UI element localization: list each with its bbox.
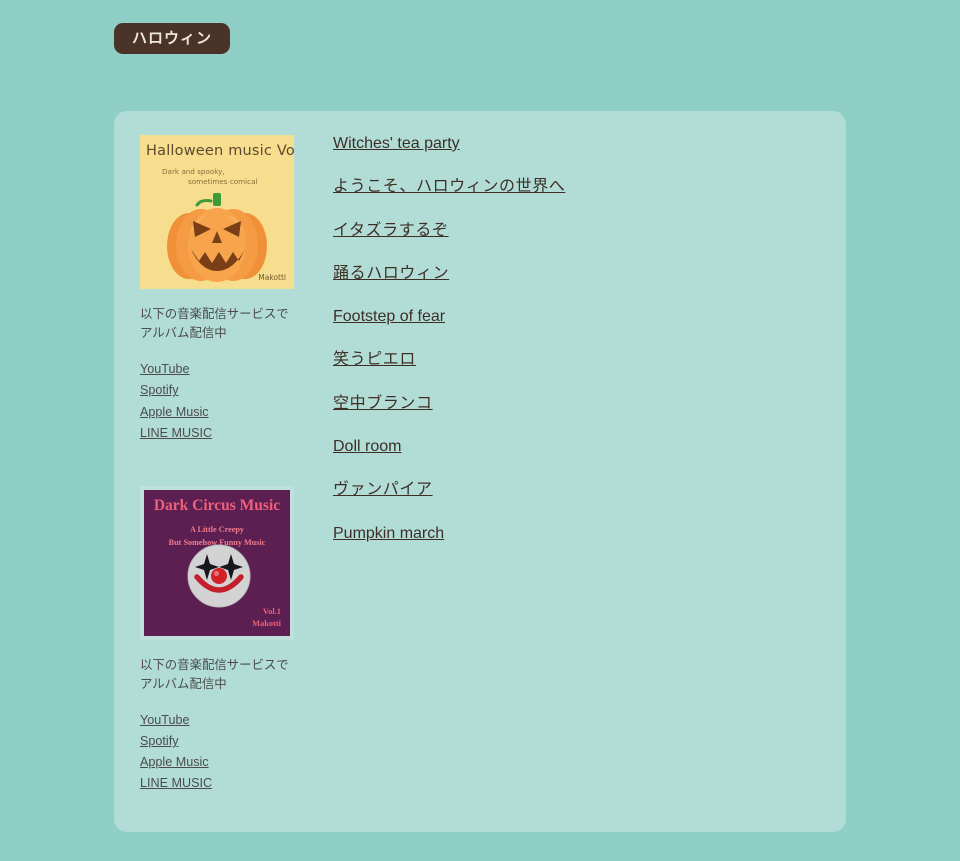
list-item: 空中ブランコ [333, 394, 803, 415]
list-item: ヴァンパイア [333, 480, 803, 501]
album-cover-subtitle-line2: sometimes comical [188, 177, 258, 187]
service-link-apple-music[interactable]: Apple Music [140, 404, 209, 421]
service-link-spotify[interactable]: Spotify [140, 733, 179, 750]
track-link-kuuchuu-buranko[interactable]: 空中ブランコ [333, 394, 433, 415]
list-item: YouTube [140, 360, 320, 381]
list-item: Footstep of fear [333, 307, 803, 328]
list-item: Doll room [333, 437, 803, 458]
album-cover-subtitle: Dark and spooky, sometimes comical [162, 167, 286, 188]
list-item: LINE MUSIC [140, 774, 320, 795]
list-item: 笑うピエロ [333, 350, 803, 371]
album-block-dark-circus: Dark Circus Music A Little Creepy But So… [140, 485, 320, 796]
list-item: 踊るハロウィン [333, 264, 803, 285]
page-root: ハロウィン Halloween music Vol.1 Dark and spo… [0, 0, 960, 861]
track-link-itazura-suruzo[interactable]: イタズラするぞ [333, 221, 449, 242]
list-item: イタズラするぞ [333, 221, 803, 242]
service-link-line-music[interactable]: LINE MUSIC [140, 425, 212, 442]
album-cover-title: Dark Circus Music [153, 496, 281, 514]
album-caption: 以下の音楽配信サービスでアルバム配信中 [140, 307, 289, 341]
album-cover-halloween[interactable]: Halloween music Vol.1 Dark and spooky, s… [140, 135, 294, 289]
pumpkin-icon [167, 191, 267, 283]
header-bar: ハロウィン [0, 0, 960, 90]
list-item: Apple Music [140, 753, 320, 774]
service-link-list: YouTube Spotify Apple Music LINE MUSIC [140, 360, 320, 444]
track-link-pumpkin-march[interactable]: Pumpkin march [333, 524, 444, 545]
service-link-youtube[interactable]: YouTube [140, 361, 190, 378]
album-cover-subtitle-line1: A Little Creepy [190, 524, 244, 534]
list-item: Apple Music [140, 403, 320, 424]
track-link-odoru-halloween[interactable]: 踊るハロウィン [333, 264, 449, 285]
nav-tag-label: ハロウィン [131, 30, 212, 47]
album-column: Halloween music Vol.1 Dark and spooky, s… [140, 135, 320, 811]
track-link-warau-pierrot[interactable]: 笑うピエロ [333, 350, 416, 371]
track-link-vampire[interactable]: ヴァンパイア [333, 480, 433, 501]
album-cover-title: Halloween music Vol.1 [146, 143, 294, 159]
nav-tag-halloween[interactable]: ハロウィン [114, 23, 230, 54]
list-item: Pumpkin march [333, 524, 803, 545]
track-link-witches-tea-party[interactable]: Witches' tea party [333, 134, 460, 155]
track-link-youkoso-halloween[interactable]: ようこそ、ハロウィンの世界へ [333, 177, 565, 198]
service-link-spotify[interactable]: Spotify [140, 382, 179, 399]
list-item: Spotify [140, 381, 320, 402]
content-card: Halloween music Vol.1 Dark and spooky, s… [114, 111, 846, 832]
album-cover-subtitle-line1: Dark and spooky, [162, 167, 225, 176]
list-item: LINE MUSIC [140, 424, 320, 445]
track-link-doll-room[interactable]: Doll room [333, 437, 401, 458]
service-link-line-music[interactable]: LINE MUSIC [140, 775, 212, 792]
clown-face-icon [186, 543, 252, 609]
album-cover-artist: Makotti [258, 273, 286, 282]
list-item: ようこそ、ハロウィンの世界へ [333, 177, 803, 198]
track-link-footstep-of-fear[interactable]: Footstep of fear [333, 307, 445, 328]
album-cover-artist: Makotti [252, 618, 281, 628]
album-cover-volume: Vol.1 [262, 606, 281, 616]
list-item: Spotify [140, 732, 320, 753]
list-item: YouTube [140, 711, 320, 732]
service-link-apple-music[interactable]: Apple Music [140, 754, 209, 771]
service-link-list: YouTube Spotify Apple Music LINE MUSIC [140, 711, 320, 795]
list-item: Witches' tea party [333, 134, 803, 155]
album-block-halloween: Halloween music Vol.1 Dark and spooky, s… [140, 135, 320, 445]
service-link-youtube[interactable]: YouTube [140, 712, 190, 729]
album-caption: 以下の音楽配信サービスでアルバム配信中 [140, 657, 289, 691]
track-list: Witches' tea party ようこそ、ハロウィンの世界へ イタズラする… [333, 134, 803, 567]
album-cover-dark-circus[interactable]: Dark Circus Music A Little Creepy But So… [140, 485, 294, 640]
